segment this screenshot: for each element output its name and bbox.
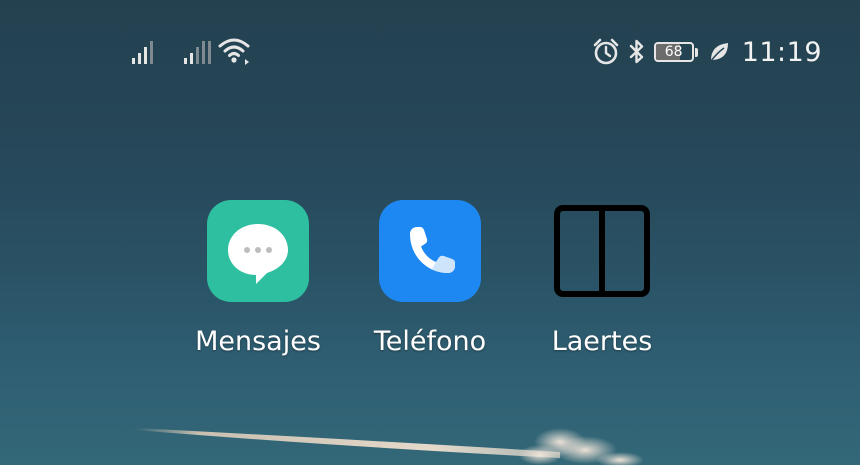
messages-icon[interactable]	[207, 200, 309, 302]
leaf-icon	[710, 43, 728, 62]
signal-1-icon	[132, 41, 153, 64]
app-label-telefono: Teléfono	[373, 326, 487, 357]
alarm-icon	[593, 38, 618, 65]
status-time: 11:19	[741, 36, 822, 68]
status-right: 68 11:19	[592, 34, 822, 70]
bluetooth-icon	[629, 39, 643, 64]
battery-tip	[694, 47, 698, 57]
battery-icon: 68	[653, 41, 700, 63]
phone-icon[interactable]	[379, 200, 481, 302]
app-laertes[interactable]: Laertes	[522, 200, 682, 357]
signal-2-icon	[184, 41, 211, 64]
app-label-mensajes: Mensajes	[195, 326, 321, 357]
wifi-icon	[218, 38, 250, 65]
app-telefono[interactable]: Teléfono	[350, 200, 510, 357]
app-mensajes[interactable]: Mensajes	[178, 200, 338, 357]
app-label-laertes: Laertes	[551, 326, 653, 357]
battery-body: 68	[653, 42, 694, 62]
status-bar: 68 11:19	[0, 0, 860, 100]
laertes-icon[interactable]	[551, 200, 653, 302]
battery-percentage: 68	[664, 44, 683, 60]
